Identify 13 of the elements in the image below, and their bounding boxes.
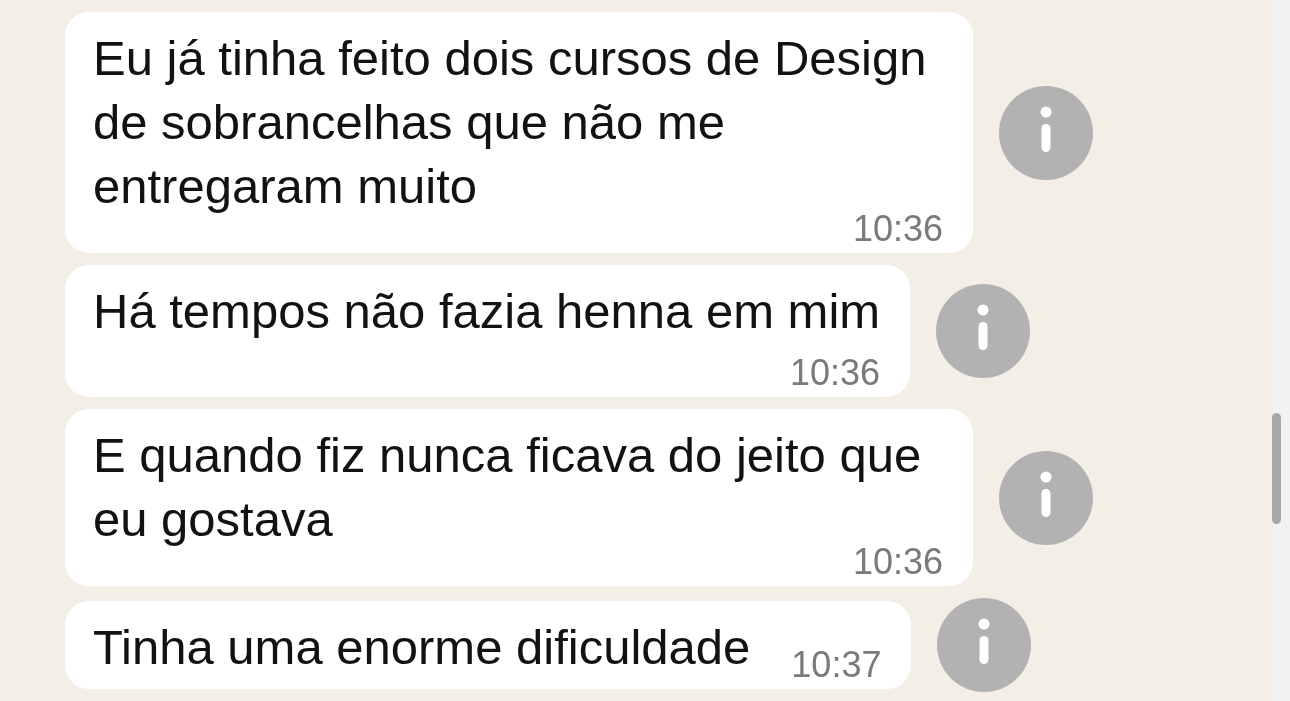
scrollbar-thumb[interactable]: [1272, 413, 1281, 524]
message-text: E quando fiz nunca ficava do jeito que eu gostava: [93, 428, 922, 546]
info-icon[interactable]: [936, 284, 1031, 378]
info-icon[interactable]: [999, 450, 1093, 545]
message-text: Eu já tinha feito dois cursos de Design de sobrancelhas que não me entregaram muito: [93, 31, 927, 213]
message-text: Tinha uma enorme dificuldade: [93, 620, 751, 674]
message-time: 10:37: [791, 651, 882, 678]
info-icon[interactable]: [937, 598, 1032, 692]
message-time: 10:36: [852, 548, 943, 575]
message-time: 10:36: [790, 359, 881, 386]
info-icon[interactable]: [999, 85, 1093, 180]
message-text: Há tempos não fazia henna em mim: [93, 284, 881, 338]
message-time: 10:36: [852, 215, 943, 242]
